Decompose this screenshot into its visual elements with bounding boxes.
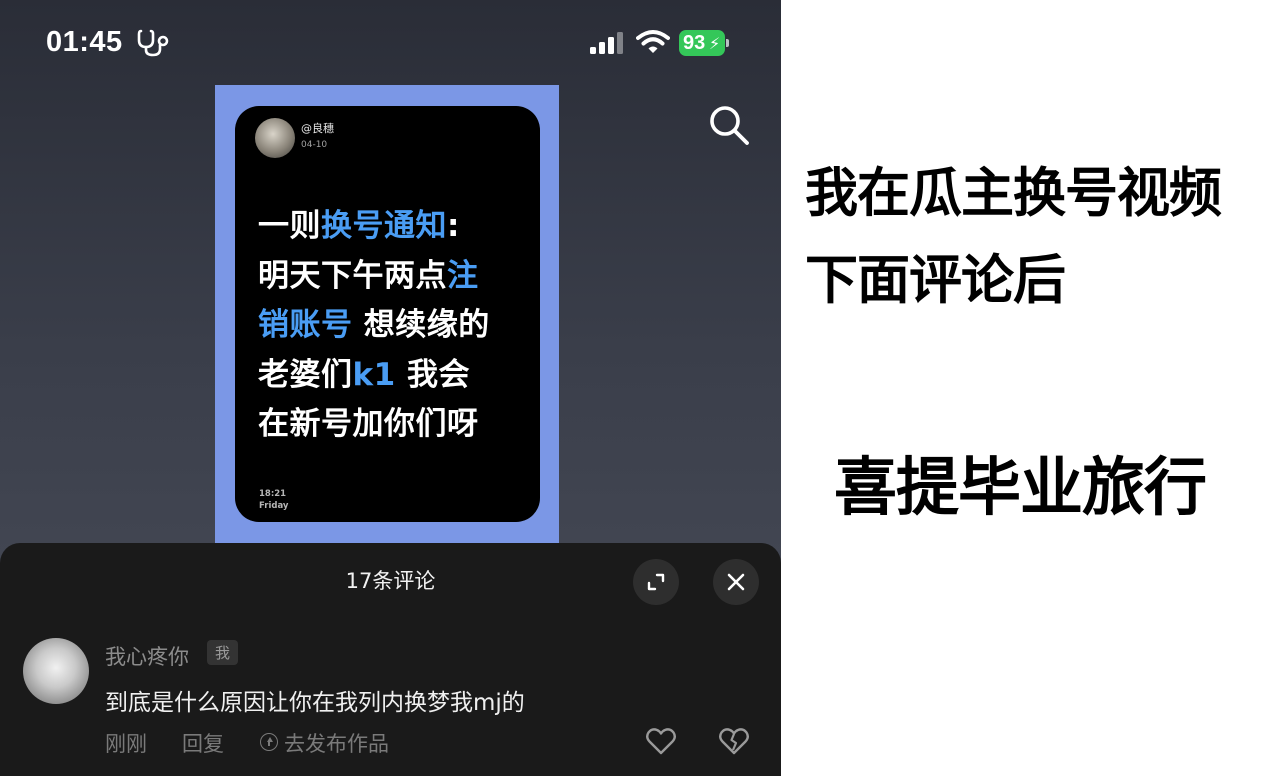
post-text-segment: 我会: [395, 356, 470, 393]
close-button[interactable]: [713, 559, 759, 605]
post-text-highlight: 销账号: [258, 307, 353, 343]
heart-icon[interactable]: [645, 726, 677, 756]
comment-time: 刚刚: [105, 732, 147, 756]
status-time: 01:45: [46, 26, 123, 58]
comment-text[interactable]: 到底是什么原因让你在我列内换梦我mj的: [105, 683, 525, 717]
post-text-highlight: 注: [447, 257, 479, 294]
post-day: Friday: [259, 501, 289, 511]
battery-tip: [726, 39, 729, 47]
post-card: @良穗 04-10 一则换号通知: 明天下午两点注销账号 想续缘的老婆们k1 我会…: [235, 106, 540, 522]
post-text-segment: 老婆们: [258, 356, 353, 393]
expand-button[interactable]: [633, 559, 679, 605]
author-badge: 我: [207, 640, 239, 665]
phone-screenshot: 01:45 93 ⚡ @良穗 04-10 一则换号通知: 明天下午两点注销账号 想…: [0, 0, 781, 776]
post-text-segment: 在新号加你们呀: [258, 406, 479, 442]
broken-heart-icon[interactable]: [718, 726, 750, 756]
post-text-segment: 一则: [258, 208, 321, 244]
post-text-highlight: k1: [352, 356, 396, 393]
post-timestamp: 18:21 Friday: [259, 488, 288, 512]
post-date: 04-10: [301, 140, 328, 150]
caption-line-3: 喜提毕业旅行: [834, 450, 1207, 524]
post-time: 18:21: [259, 489, 287, 499]
caption-line-1: 我在瓜主换号视频: [805, 162, 1222, 224]
upload-icon: [260, 733, 278, 751]
cellular-signal-icon: [590, 32, 623, 54]
publish-work-button[interactable]: 去发布作品: [284, 728, 389, 758]
caption-line-2: 下面评论后: [805, 249, 1066, 311]
post-handle: @良穗: [301, 122, 334, 135]
post-image[interactable]: @良穗 04-10 一则换号通知: 明天下午两点注销账号 想续缘的老婆们k1 我会…: [215, 85, 559, 547]
post-avatar: [255, 118, 295, 158]
wifi-icon: [636, 30, 670, 53]
post-text-segment: 想续缘的: [352, 307, 490, 343]
reply-button[interactable]: 回复: [182, 728, 224, 758]
charging-bolt-icon: ⚡: [709, 34, 721, 53]
post-text-highlight: 换号通知: [321, 208, 447, 244]
comment-username[interactable]: 我心疼你: [105, 641, 189, 671]
stethoscope-icon: [137, 29, 169, 57]
search-icon[interactable]: [706, 102, 752, 148]
comment-sheet: 17条评论 我心疼你 我 到底是什么原因让你在我列内换梦我mj的 刚刚 回复 去…: [0, 543, 781, 776]
battery-indicator: 93 ⚡: [679, 30, 729, 56]
avatar[interactable]: [23, 638, 89, 704]
post-text-segment: :: [447, 208, 460, 244]
expand-icon: [647, 573, 665, 591]
post-text-segment: 明天下午两点: [258, 257, 447, 294]
close-icon: [727, 573, 745, 591]
post-body-text: 一则换号通知: 明天下午两点注销账号 想续缘的老婆们k1 我会在新号加你们呀: [258, 202, 530, 450]
